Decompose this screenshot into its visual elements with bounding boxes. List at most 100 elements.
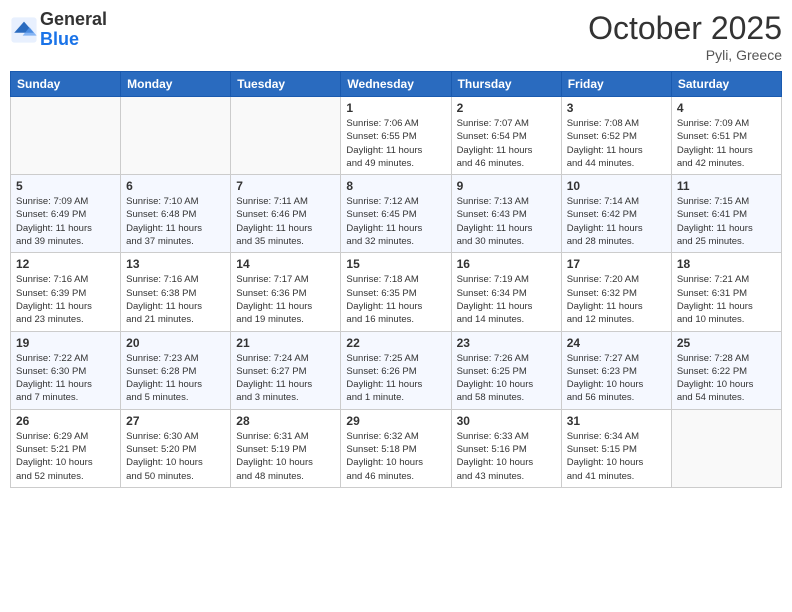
logo-text: General Blue [40, 10, 107, 50]
day-number: 14 [236, 257, 335, 271]
day-info: Sunrise: 7:21 AMSunset: 6:31 PMDaylight:… [677, 273, 776, 326]
day-number: 11 [677, 179, 776, 193]
day-number: 7 [236, 179, 335, 193]
day-number: 16 [457, 257, 556, 271]
day-number: 12 [16, 257, 115, 271]
calendar-week-row: 5 Sunrise: 7:09 AMSunset: 6:49 PMDaylight… [11, 175, 782, 253]
logo-blue: Blue [40, 29, 79, 49]
table-row: 25 Sunrise: 7:28 AMSunset: 6:22 PMDayligh… [671, 331, 781, 409]
table-row: 11 Sunrise: 7:15 AMSunset: 6:41 PMDayligh… [671, 175, 781, 253]
location: Pyli, Greece [588, 47, 782, 63]
table-row: 8Sunrise: 7:12 AMSunset: 6:45 PMDaylight… [341, 175, 451, 253]
day-info: Sunrise: 7:25 AMSunset: 6:26 PMDaylight:… [346, 352, 445, 405]
day-number: 17 [567, 257, 666, 271]
day-number: 26 [16, 414, 115, 428]
day-info: Sunrise: 7:22 AMSunset: 6:30 PMDaylight:… [16, 352, 115, 405]
day-info: Sunrise: 7:16 AMSunset: 6:39 PMDaylight:… [16, 273, 115, 326]
col-tuesday: Tuesday [231, 72, 341, 97]
table-row: 23 Sunrise: 7:26 AMSunset: 6:25 PMDayligh… [451, 331, 561, 409]
day-info: Sunrise: 6:31 AMSunset: 5:19 PMDaylight:… [236, 430, 335, 483]
day-number: 20 [126, 336, 225, 350]
table-row: 17 Sunrise: 7:20 AMSunset: 6:32 PMDayligh… [561, 253, 671, 331]
day-info: Sunrise: 7:09 AMSunset: 6:51 PMDaylight:… [677, 117, 776, 170]
table-row [671, 409, 781, 487]
day-number: 6 [126, 179, 225, 193]
table-row: 16 Sunrise: 7:19 AMSunset: 6:34 PMDayligh… [451, 253, 561, 331]
day-info: Sunrise: 7:08 AMSunset: 6:52 PMDaylight:… [567, 117, 666, 170]
month-title: October 2025 [588, 10, 782, 47]
table-row: 31 Sunrise: 6:34 AMSunset: 5:15 PMDayligh… [561, 409, 671, 487]
table-row: 5 Sunrise: 7:09 AMSunset: 6:49 PMDaylight… [11, 175, 121, 253]
day-info: Sunrise: 7:09 AMSunset: 6:49 PMDaylight:… [16, 195, 115, 248]
col-monday: Monday [121, 72, 231, 97]
table-row: 21Sunrise: 7:24 AMSunset: 6:27 PMDayligh… [231, 331, 341, 409]
table-row: 27 Sunrise: 6:30 AMSunset: 5:20 PMDayligh… [121, 409, 231, 487]
table-row: 14Sunrise: 7:17 AMSunset: 6:36 PMDayligh… [231, 253, 341, 331]
day-number: 27 [126, 414, 225, 428]
day-number: 5 [16, 179, 115, 193]
logo-general: General [40, 9, 107, 29]
day-info: Sunrise: 7:16 AMSunset: 6:38 PMDaylight:… [126, 273, 225, 326]
col-thursday: Thursday [451, 72, 561, 97]
table-row: 9 Sunrise: 7:13 AMSunset: 6:43 PMDaylight… [451, 175, 561, 253]
table-row [121, 97, 231, 175]
header: General Blue October 2025 Pyli, Greece [10, 10, 782, 63]
table-row: 20 Sunrise: 7:23 AMSunset: 6:28 PMDayligh… [121, 331, 231, 409]
day-number: 31 [567, 414, 666, 428]
col-wednesday: Wednesday [341, 72, 451, 97]
day-number: 2 [457, 101, 556, 115]
day-number: 22 [346, 336, 445, 350]
table-row: 28 Sunrise: 6:31 AMSunset: 5:19 PMDayligh… [231, 409, 341, 487]
table-row: 29Sunrise: 6:32 AMSunset: 5:18 PMDayligh… [341, 409, 451, 487]
table-row: 10Sunrise: 7:14 AMSunset: 6:42 PMDayligh… [561, 175, 671, 253]
table-row: 13 Sunrise: 7:16 AMSunset: 6:38 PMDayligh… [121, 253, 231, 331]
table-row: 7Sunrise: 7:11 AMSunset: 6:46 PMDaylight… [231, 175, 341, 253]
day-info: Sunrise: 7:10 AMSunset: 6:48 PMDaylight:… [126, 195, 225, 248]
table-row: 30Sunrise: 6:33 AMSunset: 5:16 PMDayligh… [451, 409, 561, 487]
day-info: Sunrise: 6:34 AMSunset: 5:15 PMDaylight:… [567, 430, 666, 483]
day-number: 23 [457, 336, 556, 350]
table-row: 6 Sunrise: 7:10 AMSunset: 6:48 PMDaylight… [121, 175, 231, 253]
calendar: Sunday Monday Tuesday Wednesday Thursday… [10, 71, 782, 488]
day-number: 4 [677, 101, 776, 115]
table-row: 18 Sunrise: 7:21 AMSunset: 6:31 PMDayligh… [671, 253, 781, 331]
table-row: 19 Sunrise: 7:22 AMSunset: 6:30 PMDayligh… [11, 331, 121, 409]
logo: General Blue [10, 10, 107, 50]
table-row: 1 Sunrise: 7:06 AMSunset: 6:55 PMDaylight… [341, 97, 451, 175]
day-number: 21 [236, 336, 335, 350]
day-info: Sunrise: 7:27 AMSunset: 6:23 PMDaylight:… [567, 352, 666, 405]
day-number: 18 [677, 257, 776, 271]
table-row: 12 Sunrise: 7:16 AMSunset: 6:39 PMDayligh… [11, 253, 121, 331]
day-info: Sunrise: 6:30 AMSunset: 5:20 PMDaylight:… [126, 430, 225, 483]
day-info: Sunrise: 7:19 AMSunset: 6:34 PMDaylight:… [457, 273, 556, 326]
table-row: 2 Sunrise: 7:07 AMSunset: 6:54 PMDaylight… [451, 97, 561, 175]
day-number: 28 [236, 414, 335, 428]
table-row: 22 Sunrise: 7:25 AMSunset: 6:26 PMDayligh… [341, 331, 451, 409]
day-info: Sunrise: 7:06 AMSunset: 6:55 PMDaylight:… [346, 117, 445, 170]
day-info: Sunrise: 7:13 AMSunset: 6:43 PMDaylight:… [457, 195, 556, 248]
col-saturday: Saturday [671, 72, 781, 97]
day-number: 9 [457, 179, 556, 193]
day-number: 13 [126, 257, 225, 271]
day-info: Sunrise: 7:23 AMSunset: 6:28 PMDaylight:… [126, 352, 225, 405]
day-number: 1 [346, 101, 445, 115]
col-sunday: Sunday [11, 72, 121, 97]
day-number: 15 [346, 257, 445, 271]
table-row: 24Sunrise: 7:27 AMSunset: 6:23 PMDayligh… [561, 331, 671, 409]
day-number: 19 [16, 336, 115, 350]
day-info: Sunrise: 7:20 AMSunset: 6:32 PMDaylight:… [567, 273, 666, 326]
page: General Blue October 2025 Pyli, Greece S… [0, 0, 792, 612]
calendar-header-row: Sunday Monday Tuesday Wednesday Thursday… [11, 72, 782, 97]
day-info: Sunrise: 7:26 AMSunset: 6:25 PMDaylight:… [457, 352, 556, 405]
day-info: Sunrise: 7:07 AMSunset: 6:54 PMDaylight:… [457, 117, 556, 170]
day-info: Sunrise: 7:18 AMSunset: 6:35 PMDaylight:… [346, 273, 445, 326]
day-info: Sunrise: 6:29 AMSunset: 5:21 PMDaylight:… [16, 430, 115, 483]
table-row [11, 97, 121, 175]
day-info: Sunrise: 7:14 AMSunset: 6:42 PMDaylight:… [567, 195, 666, 248]
day-info: Sunrise: 7:15 AMSunset: 6:41 PMDaylight:… [677, 195, 776, 248]
day-info: Sunrise: 7:28 AMSunset: 6:22 PMDaylight:… [677, 352, 776, 405]
day-info: Sunrise: 6:32 AMSunset: 5:18 PMDaylight:… [346, 430, 445, 483]
calendar-week-row: 12 Sunrise: 7:16 AMSunset: 6:39 PMDayligh… [11, 253, 782, 331]
day-number: 25 [677, 336, 776, 350]
table-row [231, 97, 341, 175]
